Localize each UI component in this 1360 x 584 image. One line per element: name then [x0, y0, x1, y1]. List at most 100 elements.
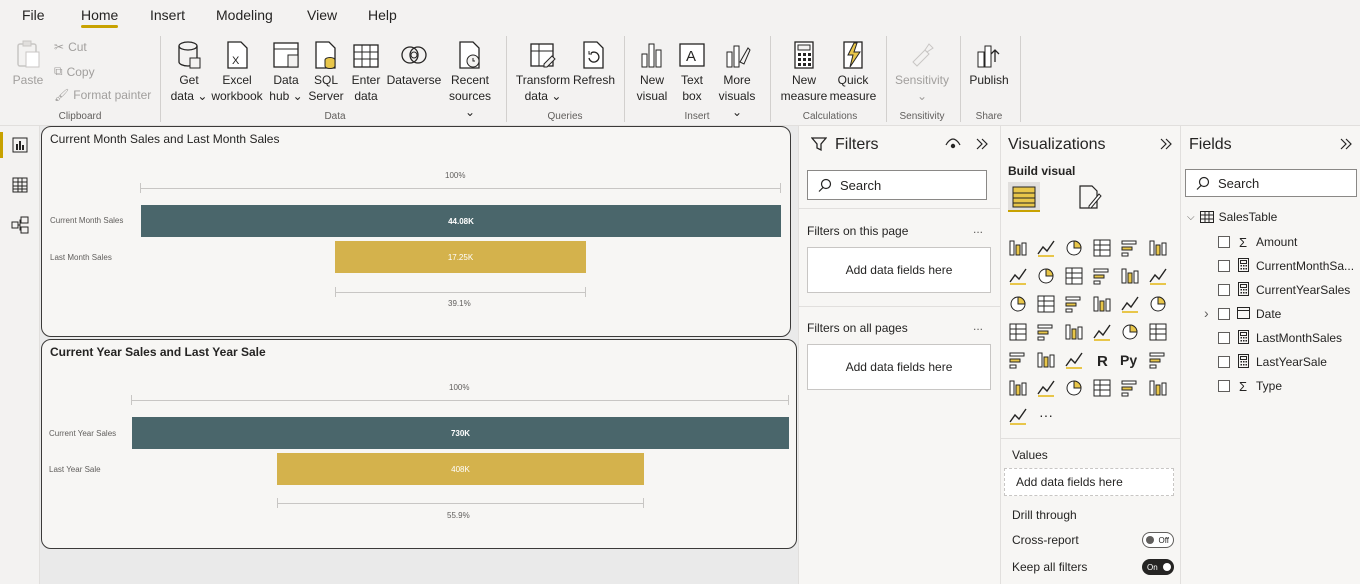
paginated-icon[interactable]: [1092, 378, 1112, 398]
field-item[interactable]: LastYearSale: [1218, 353, 1327, 371]
more-options-icon[interactable]: ...: [973, 319, 983, 333]
funnel-visual-1[interactable]: Current Month Sales and Last Month Sales…: [41, 126, 791, 337]
clustered-bar-icon[interactable]: [1064, 238, 1084, 258]
collapse-fields-icon[interactable]: [1339, 137, 1353, 151]
multi-row-card-icon[interactable]: [1120, 322, 1140, 342]
funnel-bar[interactable]: 44.08K: [141, 205, 781, 237]
build-visual-tab[interactable]: [1008, 182, 1040, 212]
table-salestable[interactable]: ⌵ SalesTable: [1187, 210, 1277, 224]
field-item[interactable]: LastMonthSales: [1218, 329, 1342, 347]
stacked-area-icon[interactable]: [1064, 266, 1084, 286]
collapse-viz-icon[interactable]: [1159, 137, 1173, 151]
table-icon[interactable]: [1036, 350, 1056, 370]
more-options-icon[interactable]: ...: [973, 222, 983, 236]
sensitivity-button[interactable]: Sensitivity ⌄: [892, 40, 952, 104]
new-measure-button[interactable]: New measure: [780, 40, 828, 104]
funnel-icon[interactable]: [1036, 294, 1056, 314]
slicer-icon[interactable]: [1008, 350, 1028, 370]
filters-search-input[interactable]: Search: [807, 170, 987, 200]
power-automate-icon[interactable]: [1008, 406, 1028, 426]
field-checkbox[interactable]: [1218, 284, 1230, 296]
menu-home[interactable]: Home: [81, 7, 119, 28]
more-visuals-button[interactable]: More visuals ⌄: [712, 40, 762, 120]
pie-icon[interactable]: [1092, 294, 1112, 314]
100-column-icon[interactable]: [1148, 238, 1168, 258]
field-item[interactable]: CurrentYearSales: [1218, 281, 1350, 299]
qa-icon[interactable]: [1036, 378, 1056, 398]
key-influencers-icon[interactable]: [1148, 350, 1168, 370]
filled-map-icon[interactable]: [1036, 322, 1056, 342]
line-icon[interactable]: [1008, 266, 1028, 286]
paste-button[interactable]: Paste: [12, 40, 44, 88]
card-icon[interactable]: [1092, 322, 1112, 342]
funnel-bar[interactable]: 17.25K: [335, 241, 586, 273]
100-bar-icon[interactable]: [1120, 238, 1140, 258]
filters-page-dropzone[interactable]: Add data fields here: [807, 247, 991, 293]
funnel-bar[interactable]: 408K: [277, 453, 644, 485]
funnel-bar[interactable]: 730K: [132, 417, 789, 449]
scatter-icon[interactable]: [1064, 294, 1084, 314]
field-checkbox[interactable]: [1218, 308, 1230, 320]
r-visual-icon[interactable]: R: [1092, 350, 1112, 370]
report-view-icon[interactable]: [11, 136, 29, 154]
area-icon[interactable]: [1036, 266, 1056, 286]
menu-help[interactable]: Help: [368, 7, 397, 23]
field-item[interactable]: Σ Type: [1218, 377, 1282, 395]
ribbon-icon[interactable]: [1120, 266, 1140, 286]
field-item[interactable]: CurrentMonthSa...: [1218, 257, 1354, 275]
metrics-icon[interactable]: [1120, 378, 1140, 398]
menu-view[interactable]: View: [307, 7, 337, 23]
fields-search-input[interactable]: Search: [1185, 169, 1357, 197]
donut-icon[interactable]: [1120, 294, 1140, 314]
menu-insert[interactable]: Insert: [150, 7, 185, 23]
smart-narrative-icon[interactable]: [1064, 378, 1084, 398]
field-item[interactable]: Σ Amount: [1218, 233, 1297, 251]
cross-report-toggle[interactable]: Off: [1142, 532, 1174, 548]
line-column-icon[interactable]: [1092, 266, 1112, 286]
menu-modeling[interactable]: Modeling: [216, 7, 273, 23]
waterfall-icon[interactable]: [1148, 266, 1168, 286]
format-visual-icon[interactable]: [1077, 184, 1103, 210]
python-visual-icon[interactable]: Py: [1120, 350, 1140, 370]
stacked-column-icon[interactable]: [1036, 238, 1056, 258]
refresh-button[interactable]: Refresh: [572, 40, 616, 88]
decomp-tree-icon[interactable]: [1008, 378, 1028, 398]
menu-file[interactable]: File: [22, 7, 45, 23]
field-checkbox[interactable]: [1218, 260, 1230, 272]
chevron-right-icon[interactable]: ›: [1204, 305, 1209, 321]
field-checkbox[interactable]: [1218, 236, 1230, 248]
format-painter-button[interactable]: 🖌 Format painter: [54, 88, 151, 102]
field-checkbox[interactable]: [1218, 380, 1230, 392]
treemap-icon[interactable]: [1148, 294, 1168, 314]
publish-button[interactable]: Publish: [966, 40, 1012, 88]
matrix-icon[interactable]: [1064, 350, 1084, 370]
keep-filters-toggle[interactable]: On: [1142, 559, 1174, 575]
field-item[interactable]: › Date: [1204, 305, 1281, 323]
cut-button[interactable]: ✂ Cut: [54, 40, 87, 54]
stacked-bar-icon[interactable]: [1008, 238, 1028, 258]
new-visual-button[interactable]: New visual: [632, 40, 672, 104]
get-data-button[interactable]: Get data ⌄: [168, 40, 210, 104]
enter-data-button[interactable]: Enter data: [348, 40, 384, 104]
values-dropzone[interactable]: Add data fields here: [1004, 468, 1174, 496]
excel-workbook-button[interactable]: X Excel workbook: [208, 40, 266, 104]
gauge-icon[interactable]: [1064, 322, 1084, 342]
sql-server-button[interactable]: SQL Server: [306, 40, 346, 104]
clustered-column-icon[interactable]: [1092, 238, 1112, 258]
copy-button[interactable]: ⧉ Copy: [54, 64, 95, 79]
filters-all-dropzone[interactable]: Add data fields here: [807, 344, 991, 390]
model-view-icon[interactable]: [11, 216, 29, 234]
text-box-button[interactable]: A Text box: [674, 40, 710, 104]
kpi-icon[interactable]: [1148, 322, 1168, 342]
funnel-visual-2[interactable]: Current Year Sales and Last Year Sale 10…: [41, 339, 797, 549]
power-apps-icon[interactable]: [1148, 378, 1168, 398]
collapse-filters-icon[interactable]: [975, 137, 989, 151]
data-hub-button[interactable]: Data hub ⌄: [268, 40, 304, 104]
eye-icon[interactable]: [945, 137, 961, 151]
more-icon[interactable]: ···: [1036, 406, 1056, 426]
table-view-icon[interactable]: [11, 176, 29, 194]
dataverse-button[interactable]: Dataverse: [386, 40, 442, 88]
field-checkbox[interactable]: [1218, 356, 1230, 368]
quick-measure-button[interactable]: Quick measure: [828, 40, 878, 104]
line-clustered-icon[interactable]: [1008, 294, 1028, 314]
